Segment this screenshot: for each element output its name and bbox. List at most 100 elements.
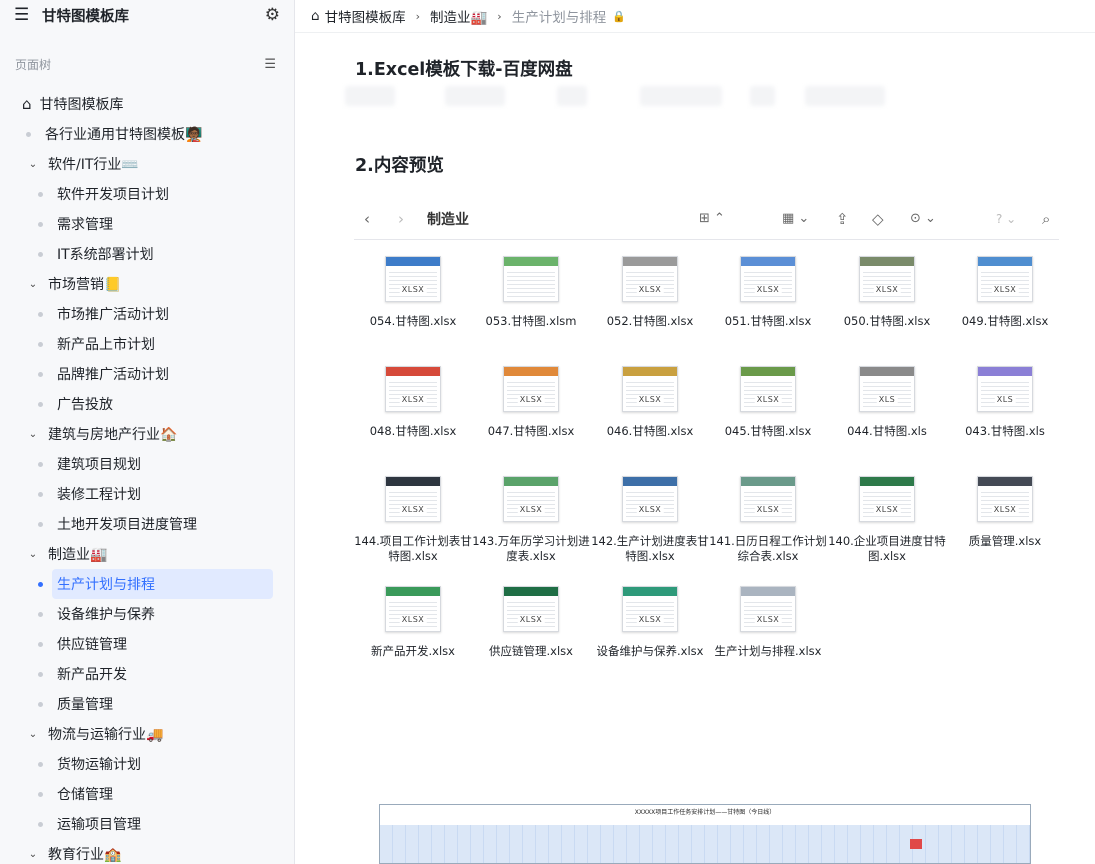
thumb-header <box>860 257 914 266</box>
file-item[interactable]: XLSX 质量管理.xlsx <box>946 476 1064 549</box>
sidebar-item[interactable]: ⌄ 市场营销📒 <box>0 269 294 299</box>
bullet-dot <box>38 401 43 407</box>
help-icon[interactable]: ? ⌄ <box>996 212 1016 226</box>
file-item[interactable]: XLSX 052.甘特图.xlsx <box>591 256 709 329</box>
sidebar-item[interactable]: 运输项目管理 <box>0 809 294 839</box>
file-item[interactable]: XLSX 045.甘特图.xlsx <box>709 366 827 439</box>
sidebar-item[interactable]: 需求管理 <box>0 209 294 239</box>
file-name: 141.日历日程工作计划综合表.xlsx <box>709 534 827 563</box>
file-item[interactable]: XLSX 054.甘特图.xlsx <box>354 256 472 329</box>
breadcrumb-item[interactable]: 制造业🏭 <box>430 6 487 26</box>
file-item[interactable]: XLSX 设备维护与保养.xlsx <box>591 586 709 659</box>
home-icon[interactable]: ⌂ <box>311 8 320 24</box>
preview-title: XXXXX项目工作任务安排计划——甘特图（今日线） <box>634 809 776 816</box>
thumb-header <box>978 477 1032 486</box>
settings-gear-icon[interactable]: ⚙ <box>265 5 280 25</box>
file-name: 044.甘特图.xls <box>847 424 927 438</box>
file-type-tag: XLSX <box>991 285 1019 294</box>
sidebar-item[interactable]: IT系统部署计划 <box>0 239 294 269</box>
chevron-down-icon[interactable]: ⌄ <box>26 159 40 170</box>
file-item[interactable]: XLSX 供应链管理.xlsx <box>472 586 590 659</box>
lock-icon: 🔒 <box>612 9 626 23</box>
file-item[interactable]: XLSX 047.甘特图.xlsx <box>472 366 590 439</box>
blurred-link[interactable] <box>445 86 505 106</box>
chevron-down-icon[interactable]: ⌄ <box>26 849 40 860</box>
sidebar-item-label: 需求管理 <box>57 217 113 233</box>
share-icon[interactable]: ⇪ <box>836 210 849 228</box>
group-icon[interactable]: ▦ ⌄ <box>782 211 809 226</box>
blurred-link[interactable] <box>805 86 885 106</box>
file-item[interactable]: XLSX 046.甘特图.xlsx <box>591 366 709 439</box>
thumb-header <box>504 257 558 266</box>
sidebar-item[interactable]: 广告投放 <box>0 389 294 419</box>
file-item[interactable]: XLS 044.甘特图.xls <box>828 366 946 439</box>
sidebar-item[interactable]: 建筑项目规划 <box>0 449 294 479</box>
sidebar-item[interactable]: 品牌推广活动计划 <box>0 359 294 389</box>
sidebar-item[interactable]: 质量管理 <box>0 689 294 719</box>
breadcrumb-item[interactable]: 甘特图模板库 <box>325 6 406 26</box>
sidebar-item[interactable]: ⌄ 软件/IT行业⌨️ <box>0 149 294 179</box>
sidebar-item[interactable]: 装修工程计划 <box>0 479 294 509</box>
forward-icon[interactable]: › <box>398 210 404 228</box>
blurred-link[interactable] <box>557 86 587 106</box>
bullet-dot <box>38 191 43 197</box>
tag-icon[interactable]: ◇ <box>872 210 884 228</box>
bullet-dot <box>38 521 43 527</box>
sidebar-title[interactable]: 甘特图模板库 <box>42 5 265 26</box>
sidebar-item-label: 仓储管理 <box>57 787 113 803</box>
file-item[interactable]: XLSX 048.甘特图.xlsx <box>354 366 472 439</box>
view-grid-icon[interactable]: ⊞ ⌃ <box>699 211 725 226</box>
sidebar-item[interactable]: 货物运输计划 <box>0 749 294 779</box>
spreadsheet-file-icon: XLSX <box>859 476 915 522</box>
file-type-tag: XLSX <box>399 395 427 404</box>
blurred-link[interactable] <box>345 86 395 106</box>
sort-icon[interactable]: ☰ <box>264 57 276 72</box>
sidebar-item-label: 新产品开发 <box>57 667 127 683</box>
blurred-link[interactable] <box>640 86 722 106</box>
sidebar-item[interactable]: 仓储管理 <box>0 779 294 809</box>
sidebar-item[interactable]: 各行业通用甘特图模板🧑🏾‍🏫 <box>0 119 294 149</box>
chevron-down-icon[interactable]: ⌄ <box>26 429 40 440</box>
sidebar-item[interactable]: ⌄ 建筑与房地产行业🏠 <box>0 419 294 449</box>
sidebar-item[interactable]: 新产品开发 <box>0 659 294 689</box>
menu-icon[interactable]: ☰ <box>14 5 36 25</box>
sidebar-item[interactable]: 软件开发项目计划 <box>0 179 294 209</box>
sidebar-item[interactable]: 设备维护与保养 <box>0 599 294 629</box>
file-item[interactable]: XLSX 050.甘特图.xlsx <box>828 256 946 329</box>
spreadsheet-file-icon: XLSX <box>385 256 441 302</box>
breadcrumb-current: 生产计划与排程 <box>511 10 607 26</box>
blurred-link[interactable] <box>750 86 775 106</box>
sidebar-item[interactable]: 市场推广活动计划 <box>0 299 294 329</box>
sidebar-item[interactable]: ⌄ 教育行业🏫 <box>0 839 294 864</box>
file-item[interactable]: XLSX 140.企业项目进度甘特图.xlsx <box>828 476 946 564</box>
search-icon[interactable]: ⌕ <box>1042 210 1050 228</box>
file-item[interactable]: XLSX 141.日历日程工作计划综合表.xlsx <box>709 476 827 564</box>
sidebar-item[interactable]: 土地开发项目进度管理 <box>0 509 294 539</box>
sidebar-item[interactable]: 新产品上市计划 <box>0 329 294 359</box>
sidebar-item-label: 市场营销📒 <box>48 277 122 293</box>
file-item[interactable]: XLS 043.甘特图.xls <box>946 366 1064 439</box>
bullet-dot <box>38 491 43 497</box>
heading-preview: 2.内容预览 <box>355 156 444 176</box>
file-type-tag: XLSX <box>754 505 782 514</box>
back-icon[interactable]: ‹ <box>364 210 370 228</box>
chevron-down-icon[interactable]: ⌄ <box>26 729 40 740</box>
file-item[interactable]: 053.甘特图.xlsm <box>472 256 590 329</box>
sidebar-item[interactable]: 生产计划与排程 <box>0 569 294 599</box>
sidebar-item[interactable]: ⌄ 制造业🏭 <box>0 539 294 569</box>
file-item[interactable]: XLSX 051.甘特图.xlsx <box>709 256 827 329</box>
file-item[interactable]: XLSX 049.甘特图.xlsx <box>946 256 1064 329</box>
file-item[interactable]: XLSX 144.项目工作计划表甘特图.xlsx <box>354 476 472 564</box>
sidebar-item[interactable]: ⌄ 物流与运输行业🚚 <box>0 719 294 749</box>
page-tree-label: 页面树 <box>15 58 52 72</box>
chevron-down-icon[interactable]: ⌄ <box>26 549 40 560</box>
sidebar-item[interactable]: ⌂ 甘特图模板库 <box>0 89 294 119</box>
file-item[interactable]: XLSX 143.万年历学习计划进度表.xlsx <box>472 476 590 564</box>
file-item[interactable]: XLSX 生产计划与排程.xlsx <box>709 586 827 659</box>
file-item[interactable]: XLSX 新产品开发.xlsx <box>354 586 472 659</box>
chevron-down-icon[interactable]: ⌄ <box>26 279 40 290</box>
sidebar-item[interactable]: 供应链管理 <box>0 629 294 659</box>
more-icon[interactable]: ⊙ ⌄ <box>910 211 936 226</box>
file-item[interactable]: XLSX 142.生产计划进度表甘特图.xlsx <box>591 476 709 564</box>
file-name: 050.甘特图.xlsx <box>843 314 931 328</box>
